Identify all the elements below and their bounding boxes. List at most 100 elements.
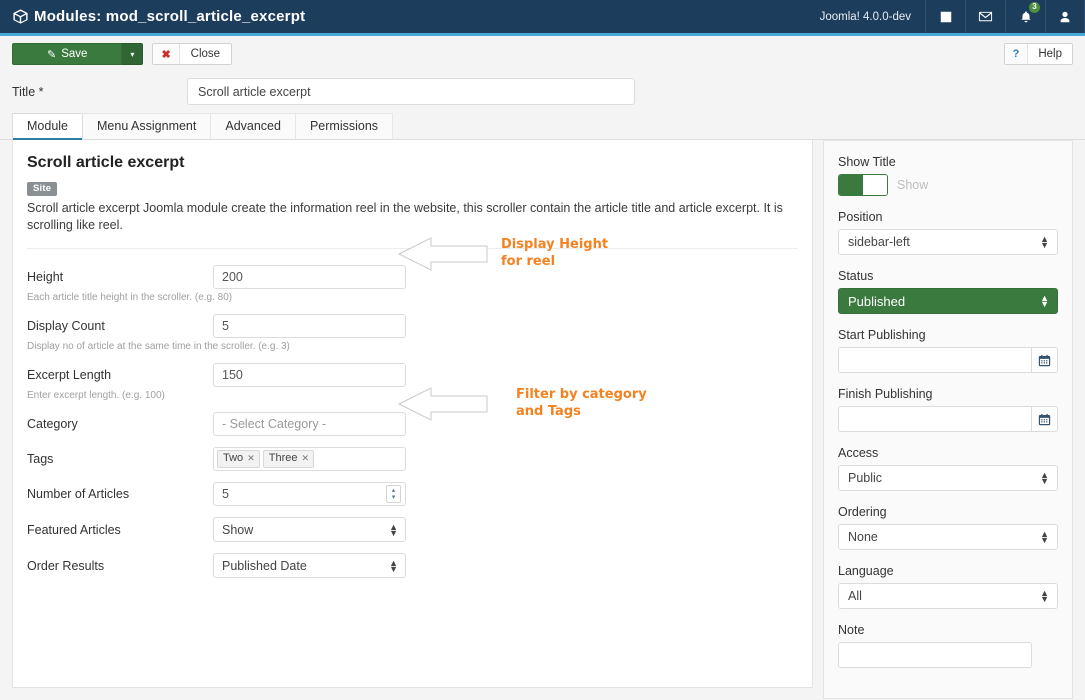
- module-settings-panel: Scroll article excerpt Site Scroll artic…: [12, 140, 813, 688]
- site-badge: Site: [27, 182, 58, 196]
- note-input[interactable]: [838, 642, 1032, 668]
- field-number-of-articles: Number of Articles ▴ ▾: [27, 482, 798, 506]
- tab-module[interactable]: Module: [12, 113, 83, 140]
- save-button[interactable]: ✎ Save: [12, 43, 123, 65]
- help-button[interactable]: ? Help: [1003, 43, 1073, 65]
- show-title-toggle-label: Show: [897, 178, 929, 192]
- access-select[interactable]: Public ▲ ▼: [838, 465, 1058, 491]
- sidebar-status-group: Status Published ▲ ▼: [838, 269, 1058, 314]
- field-category-label: Category: [27, 417, 78, 431]
- language-label: Language: [838, 564, 894, 578]
- tab-advanced[interactable]: Advanced: [210, 113, 296, 139]
- sidebar-show-title-group: Show Title Show: [838, 155, 1058, 196]
- status-label: Status: [838, 269, 874, 283]
- tab-bar: Module Menu Assignment Advanced Permissi…: [0, 113, 1085, 140]
- tag-pill-label: Two: [223, 452, 244, 464]
- messages-icon[interactable]: [965, 0, 1005, 33]
- cube-icon[interactable]: [0, 8, 34, 25]
- select-arrows-icon: ▲ ▼: [389, 557, 398, 574]
- position-value: sidebar-left: [848, 235, 910, 249]
- start-publishing-input[interactable]: [838, 347, 1031, 373]
- preview-icon[interactable]: [925, 0, 965, 33]
- stepper-down-icon[interactable]: ▾: [392, 494, 396, 501]
- language-select[interactable]: All ▲ ▼: [838, 583, 1058, 609]
- field-height-label: Height: [27, 270, 64, 284]
- user-icon[interactable]: [1045, 0, 1085, 33]
- title-input[interactable]: [187, 78, 635, 105]
- notifications-icon[interactable]: 3: [1005, 0, 1045, 33]
- toggle-on-half: [839, 175, 863, 195]
- field-order-results: Order Results Published Date ▲ ▼: [27, 553, 798, 578]
- ordering-select[interactable]: None ▲ ▼: [838, 524, 1058, 550]
- chevron-down-icon: ▾: [130, 49, 135, 59]
- excerpt-length-input[interactable]: [213, 363, 406, 387]
- arrow-left-icon: [397, 387, 488, 421]
- page-title: Modules: mod_scroll_article_excerpt: [34, 8, 306, 25]
- help-button-label: Help: [1038, 48, 1062, 60]
- show-title-toggle[interactable]: [838, 174, 888, 196]
- start-publishing-label: Start Publishing: [838, 328, 926, 342]
- height-input[interactable]: [213, 265, 406, 289]
- notification-badge: 3: [1029, 2, 1040, 13]
- save-button-label: Save: [61, 48, 88, 60]
- sidebar-ordering-group: Ordering None ▲ ▼: [838, 505, 1058, 550]
- close-button[interactable]: ✖ Close: [152, 43, 233, 65]
- show-title-label: Show Title: [838, 155, 896, 169]
- select-arrows-icon: ▲ ▼: [389, 521, 398, 538]
- calendar-icon[interactable]: [1031, 347, 1058, 373]
- module-heading: Scroll article excerpt: [27, 154, 185, 171]
- close-icon: ✖: [153, 44, 180, 64]
- save-icon: ✎: [47, 48, 57, 61]
- select-arrows-icon: ▲ ▼: [1040, 588, 1049, 604]
- display-count-input[interactable]: [213, 314, 406, 338]
- field-excerpt-length-label: Excerpt Length: [27, 368, 112, 382]
- top-header-bar: Modules: mod_scroll_article_excerpt Joom…: [0, 0, 1085, 36]
- ordering-label: Ordering: [838, 505, 887, 519]
- order-results-value: Published Date: [222, 558, 307, 573]
- quantity-stepper[interactable]: ▴ ▾: [386, 485, 401, 503]
- calendar-icon[interactable]: [1031, 406, 1058, 432]
- main-area: Scroll article excerpt Site Scroll artic…: [0, 140, 1085, 699]
- close-button-label: Close: [190, 48, 221, 60]
- filter-annotation: [397, 384, 489, 427]
- category-select-input[interactable]: [213, 412, 406, 436]
- field-display-count: Display Count: [27, 314, 798, 338]
- status-select[interactable]: Published ▲ ▼: [838, 288, 1058, 314]
- tags-input[interactable]: Two ✕ Three ✕: [213, 447, 406, 471]
- tag-pill[interactable]: Three ✕: [262, 450, 315, 468]
- field-height-help: Each article title height in the scrolle…: [27, 292, 233, 303]
- sidebar-finish-publishing-group: Finish Publishing: [838, 387, 1058, 432]
- save-dropdown-button[interactable]: ▾: [122, 43, 144, 65]
- remove-tag-icon[interactable]: ✕: [247, 452, 255, 465]
- order-results-select[interactable]: Published Date ▲ ▼: [213, 553, 406, 578]
- version-label: Joomla! 4.0.0-dev: [819, 10, 911, 23]
- question-mark-icon: ?: [1004, 44, 1029, 64]
- sidebar-note-group: Note: [838, 623, 1058, 668]
- position-label: Position: [838, 210, 883, 224]
- select-arrows-icon: ▲ ▼: [1040, 529, 1049, 545]
- field-tags-label: Tags: [27, 452, 54, 466]
- tab-menu-assignment[interactable]: Menu Assignment: [82, 113, 212, 139]
- select-arrows-icon: ▲ ▼: [1040, 234, 1049, 250]
- number-of-articles-input[interactable]: [213, 482, 406, 506]
- position-select[interactable]: sidebar-left ▲ ▼: [838, 229, 1058, 255]
- tab-permissions[interactable]: Permissions: [294, 113, 394, 139]
- tag-pill-label: Three: [268, 452, 298, 464]
- note-label: Note: [838, 623, 865, 637]
- sidebar-position-group: Position sidebar-left ▲ ▼: [838, 210, 1058, 255]
- finish-publishing-input[interactable]: [838, 406, 1031, 432]
- featured-articles-select[interactable]: Show ▲ ▼: [213, 517, 406, 542]
- module-sidebar: Show Title Show Position sidebar-left ▲ ▼…: [823, 140, 1073, 699]
- field-order-results-label: Order Results: [27, 558, 105, 573]
- sidebar-language-group: Language All ▲ ▼: [838, 564, 1058, 609]
- field-display-count-label: Display Count: [27, 319, 105, 333]
- ordering-value: None: [848, 530, 878, 544]
- language-value: All: [848, 589, 862, 603]
- sidebar-access-group: Access Public ▲ ▼: [838, 446, 1058, 491]
- stepper-up-icon[interactable]: ▴: [392, 487, 396, 494]
- field-number-of-articles-label: Number of Articles: [27, 487, 130, 501]
- remove-tag-icon[interactable]: ✕: [301, 452, 309, 465]
- header-actions: Joomla! 4.0.0-dev 3: [806, 0, 1085, 33]
- module-description: Scroll article excerpt Joomla module cre…: [27, 201, 783, 232]
- tag-pill[interactable]: Two ✕: [217, 450, 260, 468]
